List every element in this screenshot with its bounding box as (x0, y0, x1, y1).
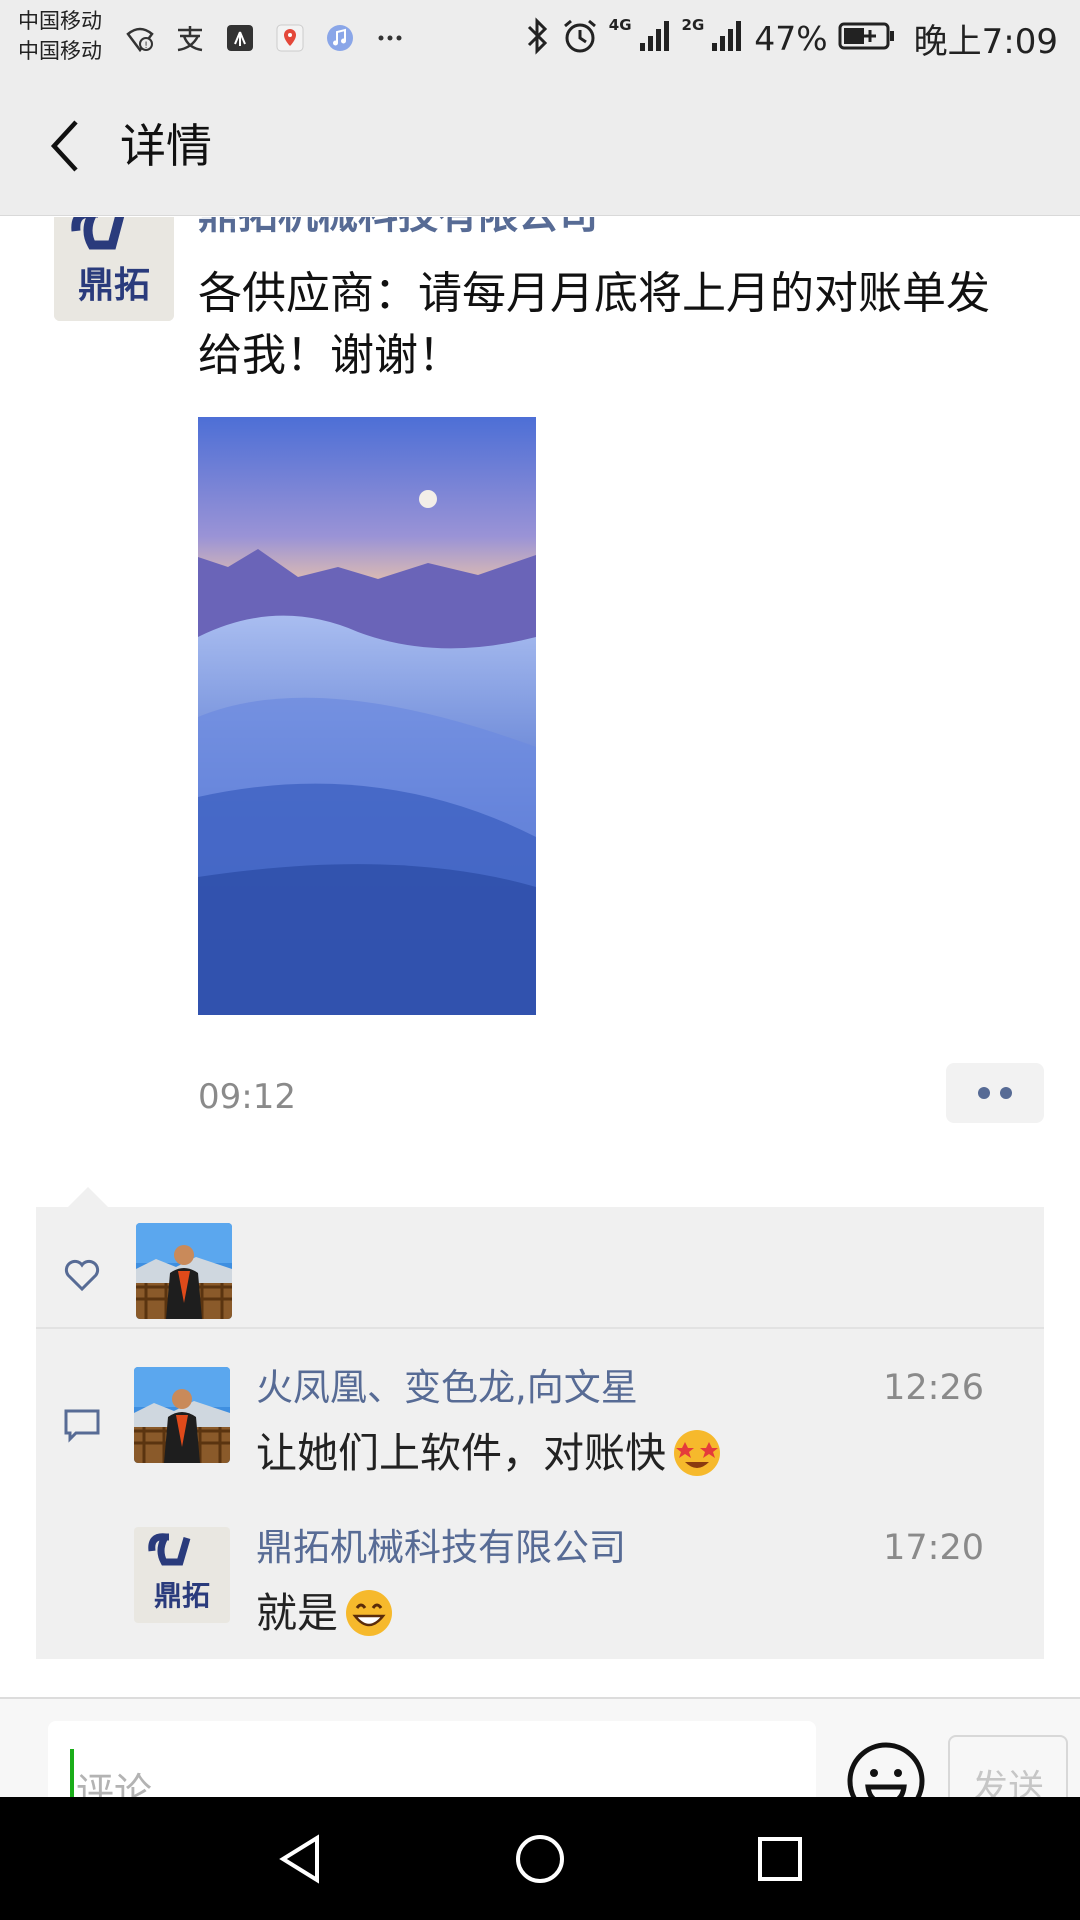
comment-author[interactable]: 鼎拓机械科技有限公司 (256, 1523, 626, 1573)
likes-row (36, 1207, 1044, 1329)
send-button[interactable]: 发送 (948, 1735, 1068, 1797)
net-type-1: 4G (608, 16, 632, 34)
star-struck-emoji-icon (670, 1426, 724, 1480)
more-dots-icon (372, 20, 408, 56)
carrier-2: 中国移动 (18, 39, 102, 63)
heart-icon (62, 1255, 102, 1295)
carrier-labels: 中国移动 中国移动 (18, 6, 102, 66)
system-navigation-bar (0, 1797, 1080, 1920)
carrier-1: 中国移动 (18, 9, 102, 33)
like-user-avatar[interactable] (136, 1223, 232, 1319)
huawei-app-icon (222, 20, 258, 56)
clock: 晚上7:09 (913, 21, 1058, 62)
net-type-2: 2G (681, 16, 705, 34)
bluetooth-icon (523, 17, 551, 59)
alipay-icon (172, 20, 208, 56)
comment-avatar[interactable] (134, 1367, 230, 1463)
map-app-icon (272, 20, 308, 56)
back-arrow-icon[interactable] (36, 116, 96, 176)
dot-icon (1000, 1087, 1012, 1099)
battery-percent: 47% (754, 18, 828, 58)
author-avatar[interactable]: 鼎拓 (54, 217, 174, 321)
comment-text: 就是 (256, 1589, 338, 1637)
post-time: 09:12 (198, 1077, 296, 1117)
system-home-icon[interactable] (508, 1827, 572, 1891)
music-app-icon (322, 20, 358, 56)
avatar-logo-text: 鼎拓 (78, 264, 150, 306)
comment-time: 17:20 (883, 1528, 984, 1568)
system-back-icon[interactable] (268, 1827, 332, 1891)
comment-text: 让她们上软件，对账快 (256, 1429, 666, 1477)
comment-author[interactable]: 火凤凰、变色龙,向文星 (256, 1363, 638, 1413)
comment-body: 让她们上软件，对账快 (256, 1425, 724, 1481)
panel-pointer (68, 1187, 108, 1207)
alarm-icon (561, 17, 599, 59)
nav-bar: 详情 (0, 76, 1080, 216)
comment-body: 就是 (256, 1585, 396, 1641)
dot-icon (978, 1087, 990, 1099)
comment-input[interactable]: 评论 (48, 1721, 816, 1797)
comment-avatar[interactable]: 鼎拓 (134, 1527, 230, 1623)
battery-charging-icon (838, 21, 896, 55)
notification-icons: ! (122, 16, 408, 60)
post-image[interactable] (198, 417, 536, 1015)
emoji-picker-icon[interactable] (846, 1741, 926, 1797)
comment-input-bar: 评论 发送 (0, 1697, 1080, 1797)
page-title: 详情 (120, 119, 212, 173)
signal-icon-1 (638, 19, 672, 57)
post-text: 各供应商：请每月月底将上月的对账单发给我！谢谢！ (198, 268, 990, 381)
grinning-emoji-icon (342, 1586, 396, 1640)
svg-text:!: ! (144, 41, 148, 51)
comment-item[interactable]: 鼎拓 鼎拓机械科技有限公司 17:20 就是 (36, 1526, 1044, 1677)
signal-icon-2 (710, 19, 744, 57)
status-bar: 中国移动 中国移动 ! 4G 2G 47% 晚上7:09 (0, 0, 1080, 76)
wifi-warning-icon: ! (122, 20, 158, 56)
comment-time: 12:26 (883, 1368, 984, 1408)
moment-detail: 鼎拓 鼎拓机械科技有限公司 各供应商：请每月月底将上月的对账单发给我！谢谢！ (0, 217, 1080, 1697)
system-status: 4G 2G 47% 晚上7:09 (523, 14, 1058, 62)
comment-placeholder: 评论 (76, 1770, 153, 1797)
comment-item[interactable]: 火凤凰、变色龙,向文星 12:26 让她们上软件，对账快 (36, 1366, 1044, 1517)
text-caret (70, 1749, 74, 1797)
interaction-panel: 火凤凰、变色龙,向文星 12:26 让她们上软件，对账快 鼎拓 鼎拓机械科技有限… (36, 1207, 1044, 1659)
system-recents-icon[interactable] (748, 1827, 812, 1891)
post-author-name[interactable]: 鼎拓机械科技有限公司 (198, 217, 598, 243)
avatar-logo-text: 鼎拓 (154, 1579, 210, 1612)
more-actions-button[interactable] (946, 1063, 1044, 1123)
